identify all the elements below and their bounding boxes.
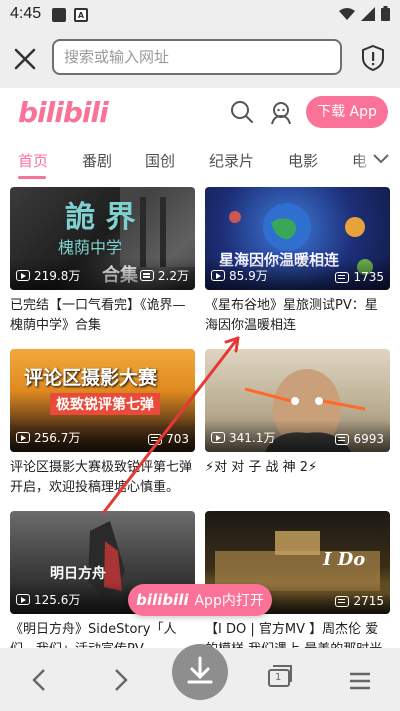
danmaku-icon (335, 595, 350, 607)
active-tab-indicator (18, 176, 46, 179)
video-title[interactable]: 《星布谷地》星旅测试PV：星海因你温暖相连 (205, 296, 390, 336)
video-thumbnail[interactable]: 评论区摄影大赛 极致锐评第七弹 256.7万 703 (10, 349, 195, 452)
tab-guochuang[interactable]: 国创 (145, 150, 175, 171)
forward-arrow-icon[interactable] (110, 668, 130, 692)
video-card[interactable]: 评论区摄影大赛 极致锐评第七弹 256.7万 703 评论区摄影大赛极致锐评第七… (10, 349, 195, 498)
browser-bottom-bar: 1 (0, 644, 400, 711)
image-notification-icon (52, 8, 66, 22)
thumbnail-caption: 明日方舟 (50, 566, 106, 582)
category-tabs: 首页 番剧 国创 纪录片 电影 电 (0, 140, 400, 180)
user-icon[interactable] (268, 100, 294, 126)
play-count-icon (211, 432, 225, 443)
tab-count: 1 (275, 672, 282, 683)
wifi-icon (339, 7, 355, 20)
svg-text:詭 界: 詭 界 (65, 200, 135, 235)
view-count: 125.6万 (34, 593, 81, 607)
search-icon[interactable] (230, 100, 254, 124)
browser-toolbar: 搜索或输入网址 (0, 30, 400, 88)
address-bar-placeholder: 搜索或输入网址 (64, 48, 170, 66)
open-in-app-label: App内打开 (194, 593, 264, 609)
battery-icon (381, 6, 390, 21)
video-title[interactable]: 评论区摄影大赛极致锐评第七弹开启，欢迎投稿理塘心慎重。 (10, 458, 195, 498)
bilibili-logo[interactable]: bilibili (18, 96, 109, 129)
view-count: 219.8万 (34, 269, 81, 283)
play-count-icon (16, 432, 30, 443)
svg-text:槐荫中学: 槐荫中学 (58, 238, 122, 257)
status-time: 4:45 (10, 5, 42, 22)
video-card[interactable]: 星海因你温暖相连 85.9万 1735 《星布谷地》星旅测试PV：星海因你温暖相… (205, 187, 390, 336)
download-app-button[interactable]: 下载 App (306, 96, 388, 128)
danmaku-icon (148, 433, 163, 445)
danmaku-icon (335, 271, 350, 283)
tab-documentary[interactable]: 纪录片 (209, 150, 254, 171)
video-card[interactable]: 341.1万 6993 ⚡对 对 子 战 神 2⚡ (205, 349, 390, 498)
danmaku-icon (335, 433, 350, 445)
open-in-app-button[interactable]: bilibili App内打开 (128, 584, 272, 616)
download-icon (187, 656, 213, 684)
open-in-app-logo: bilibili (136, 591, 189, 609)
thumbnail-subcaption: 极致锐评第七弹 (50, 393, 160, 415)
danmaku-icon (139, 270, 154, 281)
danmaku-count: 1735 (353, 270, 384, 284)
play-count-icon (16, 270, 30, 281)
video-title[interactable]: ⚡对 对 子 战 神 2⚡ (205, 458, 390, 498)
tab-anime[interactable]: 番剧 (82, 150, 112, 171)
video-card[interactable]: 詭 界 槐荫中学 合集 219.8万 2.2万 已完结【一口气看完】《诡界—槐荫… (10, 187, 195, 336)
address-bar-input[interactable]: 搜索或输入网址 (52, 39, 342, 75)
video-thumbnail[interactable]: 星海因你温暖相连 85.9万 1735 (205, 187, 390, 290)
thumbnail-caption: I Do (323, 549, 366, 570)
tab-movie[interactable]: 电影 (288, 150, 318, 171)
play-count-icon (211, 270, 225, 281)
download-button[interactable] (172, 644, 228, 700)
danmaku-count: 703 (166, 432, 189, 446)
tab-home[interactable]: 首页 (18, 150, 48, 171)
close-icon[interactable] (12, 46, 38, 72)
chevron-down-icon[interactable] (372, 152, 390, 166)
view-count: 256.7万 (34, 431, 81, 445)
danmaku-count: 6993 (353, 432, 384, 446)
play-count-icon (16, 594, 30, 605)
shield-icon[interactable] (360, 44, 386, 72)
video-thumbnail[interactable]: 341.1万 6993 (205, 349, 390, 452)
menu-icon[interactable] (350, 672, 370, 690)
signal-icon (361, 6, 375, 21)
video-title[interactable]: 已完结【一口气看完】《诡界—槐荫中学》合集 (10, 296, 195, 336)
tabs-button[interactable]: 1 (266, 662, 294, 690)
status-bar: 4:45 A (0, 0, 400, 30)
thumbnail-caption: 评论区摄影大赛 (24, 367, 158, 389)
video-thumbnail[interactable]: 詭 界 槐荫中学 合集 219.8万 2.2万 (10, 187, 195, 290)
view-count: 341.1万 (229, 431, 276, 445)
danmaku-count: 2.2万 (157, 269, 189, 283)
danmaku-count: 2715 (353, 594, 384, 608)
view-count: 85.9万 (229, 269, 268, 283)
back-arrow-icon[interactable] (30, 668, 50, 692)
a-notification-icon: A (74, 8, 88, 22)
site-header: bilibili 下载 App (0, 88, 400, 140)
